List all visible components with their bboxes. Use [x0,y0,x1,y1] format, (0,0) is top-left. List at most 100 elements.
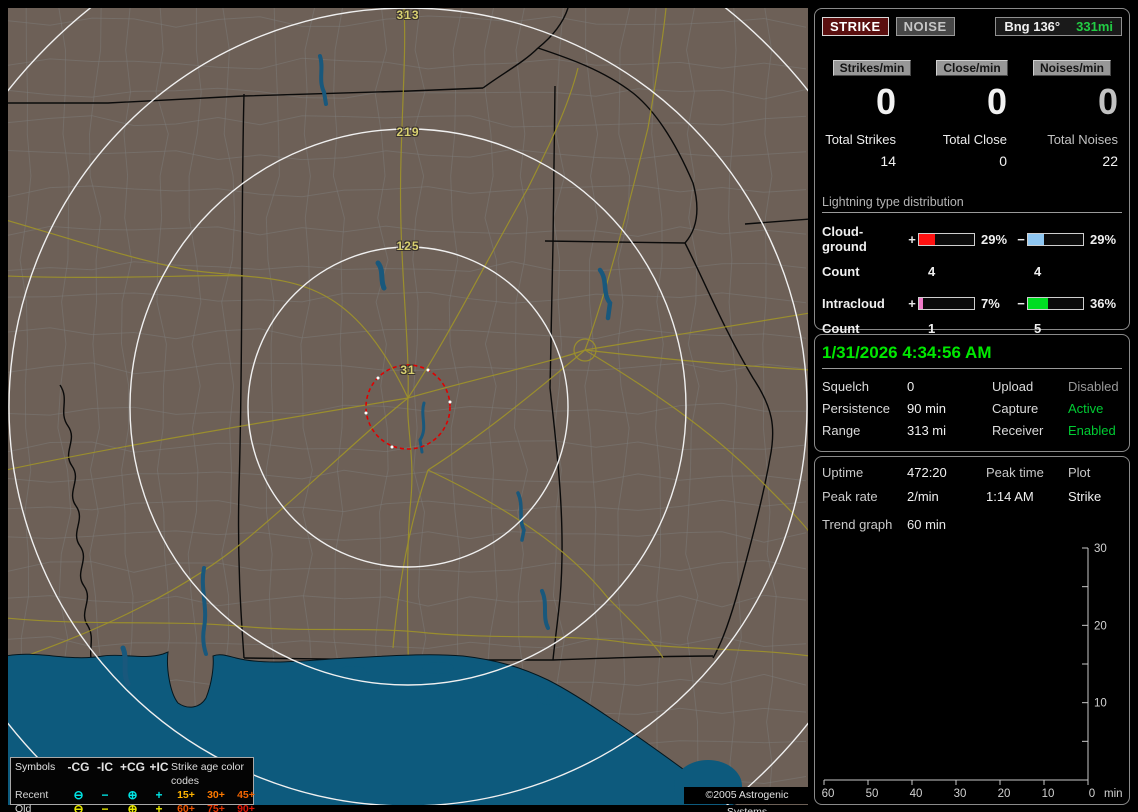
symbol-legend: Symbols -CG -IC +CG +IC Strike age color… [10,757,255,812]
capture-label: Capture [992,401,1039,416]
cg-pos-bar [918,232,975,246]
svg-text:50: 50 [866,788,879,800]
rates-panel: STRIKE NOISE Bng 136° 331mi Strikes/min … [814,8,1130,336]
recent-pos-cg-icon: ⊕ [127,788,138,802]
svg-text:10: 10 [1094,698,1107,710]
ic-neg-bar-fill [1028,298,1048,309]
ring-label-31: 31 [400,363,416,377]
upload-label: Upload [992,379,1034,394]
peak-time-value: 1:14 AM [986,489,1034,504]
ic-neg-pct: 36% [1090,296,1117,311]
svg-text:30: 30 [1094,543,1107,555]
distribution-title: Lightning type distribution [822,195,1122,213]
cg-neg-bar [1027,232,1084,246]
cg-count-label: Count [822,264,860,279]
legend-row-old-label: Old [15,803,32,812]
receiver-label: Receiver [992,423,1044,438]
close-per-min-button[interactable]: Close/min [936,60,1008,76]
total-strikes-label: Total Strikes [825,132,896,147]
legend-header-neg-ic: -IC [97,760,113,774]
age-60: 60+ [177,803,195,812]
ic-pos-bar [918,297,975,310]
age-75: 75+ [207,803,225,812]
svg-text:40: 40 [910,788,923,800]
age-45: 45+ [237,789,255,801]
cg-neg-pct: 29% [1090,231,1117,247]
strikes-rate-value: 0 [875,81,896,122]
receiver-status: Enabled [1068,423,1116,438]
total-close-value: 0 [999,153,1007,169]
uptime-value: 472:20 [907,465,947,480]
age-15: 15+ [177,789,195,801]
intracloud-label: Intracloud [822,296,885,311]
cg-pos-pct: 29% [981,231,1008,247]
strike-toggle-button[interactable]: STRIKE [822,17,889,36]
old-pos-cg-icon: ⊕ [127,802,138,812]
legend-row-recent-label: Recent [15,789,49,801]
old-neg-cg-icon: ⊖ [73,802,84,812]
legend-header-symbols: Symbols [15,761,56,773]
cg-neg-bar-fill [1028,233,1044,245]
minus-sign: − [1017,231,1025,247]
bearing-readout: Bng 136° 331mi [995,17,1122,36]
trend-graph: 60 50 40 30 20 10 0 min 10 20 30 [822,543,1123,800]
cloud-ground-label: Cloud-ground [822,224,867,254]
upload-status: Disabled [1068,379,1119,394]
trend-graph-label: Trend graph [822,517,893,532]
ring-label-219: 219 [396,125,420,139]
svg-text:20: 20 [1094,620,1107,632]
status-panel: 1/31/2026 4:34:56 AM Squelch 0 Upload Di… [814,334,1130,452]
recent-neg-cg-icon: ⊖ [73,788,84,802]
capture-status: Active [1068,401,1104,416]
trend-graph-window: 60 min [907,517,947,532]
ring-label-313: 313 [396,8,420,22]
peak-rate-label: Peak rate [822,489,878,504]
total-noises-value: 22 [1102,153,1118,169]
total-strikes-value: 14 [880,153,896,169]
peak-time-label: Peak time [986,465,1044,480]
strikes-per-min-button[interactable]: Strikes/min [832,60,912,76]
legend-header-pos-cg: +CG [119,760,145,774]
copyright-text: ©2005 Astrogenic Systems [684,787,810,812]
svg-text:30: 30 [954,788,967,800]
datetime-display: 1/31/2026 4:34:56 AM [822,343,1122,369]
close-rate-value: 0 [986,81,1007,122]
plot-label: Plot [1068,465,1091,480]
old-pos-ic-icon: + [155,802,163,812]
stormvue-app: 313 219 125 31 Symbols -CG -IC +CG +IC S… [0,0,1138,812]
persistence-value: 90 min [907,401,947,416]
ic-neg-bar [1027,297,1084,310]
svg-text:60: 60 [822,788,835,800]
lightning-map[interactable]: 313 219 125 31 [8,8,808,805]
cg-pos-count: 4 [928,264,936,279]
bearing-value: Bng 136° [1004,19,1061,34]
cg-neg-count: 4 [1034,264,1042,279]
legend-header-neg-cg: -CG [67,760,90,774]
svg-text:min: min [1104,788,1123,800]
svg-text:20: 20 [998,788,1011,800]
svg-text:0: 0 [1089,788,1095,800]
minus-sign: − [1017,296,1025,311]
persistence-label: Persistence [822,401,890,416]
ic-pos-pct: 7% [981,296,1000,311]
age-30: 30+ [207,789,225,801]
total-noises-label: Total Noises [1047,132,1118,147]
plus-sign: + [908,231,916,247]
recent-pos-ic-icon: + [155,788,163,802]
squelch-value: 0 [907,379,915,394]
legend-header-pos-ic: +IC [149,760,169,774]
noises-per-min-button[interactable]: Noises/min [1032,60,1112,76]
noise-toggle-button[interactable]: NOISE [895,17,955,36]
noises-rate-value: 0 [1097,81,1118,122]
range-value: 313 mi [907,423,947,438]
svg-text:10: 10 [1042,788,1055,800]
plus-sign: + [908,296,916,311]
age-90: 90+ [237,803,255,812]
ring-label-125: 125 [396,239,420,253]
recent-neg-ic-icon: − [101,788,109,802]
bearing-distance: 331mi [1076,19,1113,34]
range-label: Range [822,423,861,438]
uptime-label: Uptime [822,465,864,480]
ic-pos-bar-fill [919,298,923,309]
squelch-label: Squelch [822,379,869,394]
